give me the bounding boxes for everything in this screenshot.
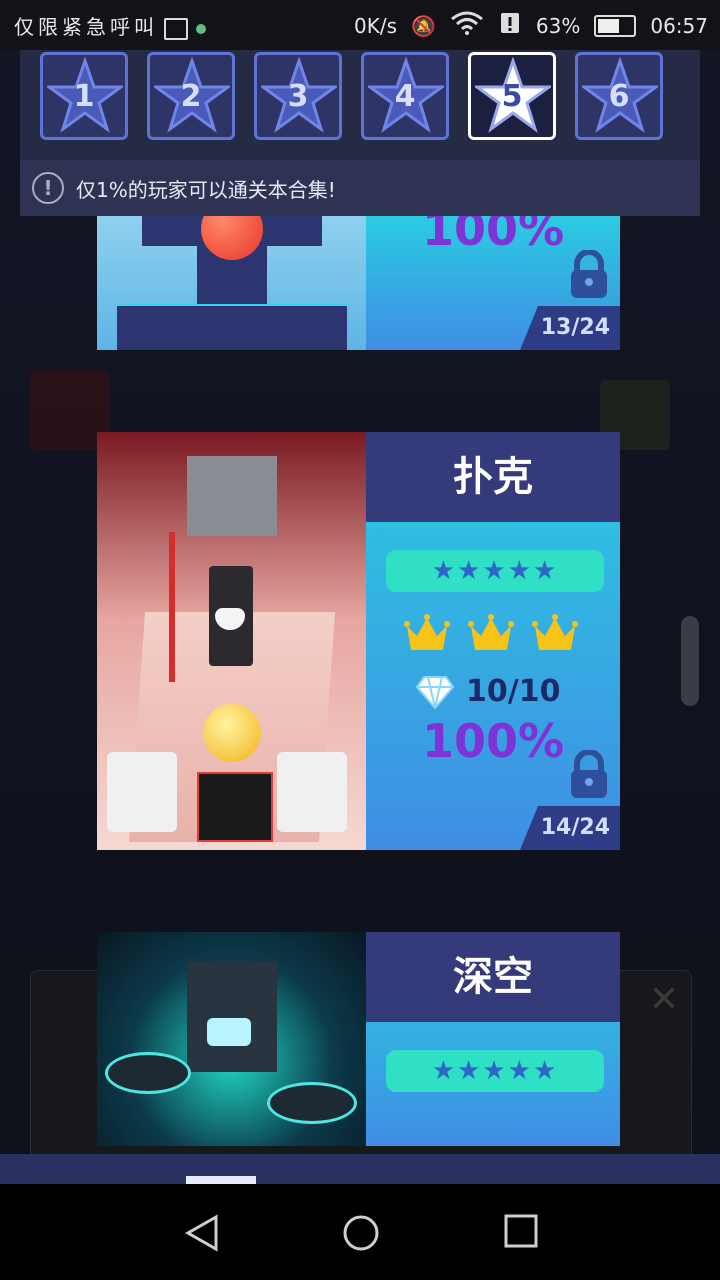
scrollbar[interactable] xyxy=(681,616,699,706)
space-tower xyxy=(187,962,277,1072)
notice-bar: ! 仅1%的玩家可以通关本合集! xyxy=(20,160,700,216)
level-number: 5 xyxy=(501,79,523,114)
level-number: 3 xyxy=(287,79,309,114)
ufo-platform xyxy=(105,1052,191,1094)
level-number: 1 xyxy=(73,79,95,114)
app-bottom-nav xyxy=(0,1154,720,1184)
level-number: 4 xyxy=(394,79,416,114)
glow-core xyxy=(207,1018,251,1046)
level-tab-1[interactable]: 1 xyxy=(40,52,128,140)
crowns xyxy=(404,614,578,654)
grid-tile xyxy=(197,772,273,842)
image-notification-icon xyxy=(164,17,188,40)
diamond-icon xyxy=(416,675,454,709)
level-art-image xyxy=(97,432,366,850)
notice-text: 仅1%的玩家可以通关本合集! xyxy=(76,178,336,202)
level-number: 2 xyxy=(180,79,202,114)
playing-card xyxy=(107,752,177,832)
star-rating: ★★★★★ xyxy=(386,1050,604,1092)
carrier-status: 仅限紧急呼叫 xyxy=(14,11,206,40)
lock-icon xyxy=(571,750,607,798)
back-icon[interactable] xyxy=(184,1214,220,1252)
level-number: 6 xyxy=(608,79,630,114)
level-tabs: 1 2 3 4 5 6 xyxy=(40,52,663,140)
level-info: 100% 13/24 xyxy=(366,216,620,350)
ball xyxy=(203,704,261,762)
close-icon: ✕ xyxy=(648,979,679,1020)
crown-icon xyxy=(468,614,514,650)
mute-icon: 🔕 xyxy=(411,13,436,38)
level-art-image xyxy=(97,932,366,1146)
lock-icon xyxy=(571,250,607,298)
gem-counter: 10/10 xyxy=(416,674,560,709)
level-title: 扑克 xyxy=(366,432,620,522)
level-art-image xyxy=(97,216,366,350)
status-bar: 仅限紧急呼叫 0K/s 🔕 63% 06:57 xyxy=(0,0,720,50)
level-card-13[interactable]: 100% 13/24 xyxy=(97,216,620,350)
level-card-14[interactable]: 扑克 ★★★★★ 10/10 100% 14/24 xyxy=(97,432,620,850)
level-progress: 13/24 xyxy=(520,306,620,350)
level-tab-6[interactable]: 6 xyxy=(575,52,663,140)
castle xyxy=(187,456,277,536)
level-card-15[interactable]: 深空 ★★★★★ xyxy=(97,932,620,1146)
battery-percent: 63% xyxy=(535,13,581,38)
nav-tab-indicator[interactable] xyxy=(186,1176,256,1184)
recents-icon[interactable] xyxy=(504,1214,538,1248)
gem-count: 10/10 xyxy=(466,674,561,709)
level-tab-2[interactable]: 2 xyxy=(147,52,235,140)
wifi-icon xyxy=(450,11,484,40)
playing-card xyxy=(277,752,347,832)
ufo-platform xyxy=(267,1082,357,1124)
level-progress: 14/24 xyxy=(520,806,620,850)
level-selector-panel: 1 2 3 4 5 6 ! 仅1%的玩家可以通关本合集! xyxy=(20,50,700,216)
level-tab-4[interactable]: 4 xyxy=(361,52,449,140)
level-tab-5[interactable]: 5 xyxy=(468,52,556,140)
crown-icon xyxy=(404,614,450,650)
system-nav-bar xyxy=(0,1184,720,1280)
level-info: 扑克 ★★★★★ 10/10 100% 14/24 xyxy=(366,432,620,850)
level-info: 深空 ★★★★★ xyxy=(366,932,620,1146)
battery-icon xyxy=(594,14,637,37)
clock: 06:57 xyxy=(650,13,708,38)
sim-alert-icon xyxy=(498,11,522,40)
app-notification-icon xyxy=(196,23,206,34)
level-tab-3[interactable]: 3 xyxy=(254,52,342,140)
spear xyxy=(169,532,175,682)
crown-icon xyxy=(532,614,578,650)
level-title: 深空 xyxy=(366,932,620,1022)
info-icon: ! xyxy=(32,172,64,204)
star-rating: ★★★★★ xyxy=(386,550,604,592)
network-speed: 0K/s xyxy=(354,13,397,38)
home-icon[interactable] xyxy=(342,1214,380,1252)
